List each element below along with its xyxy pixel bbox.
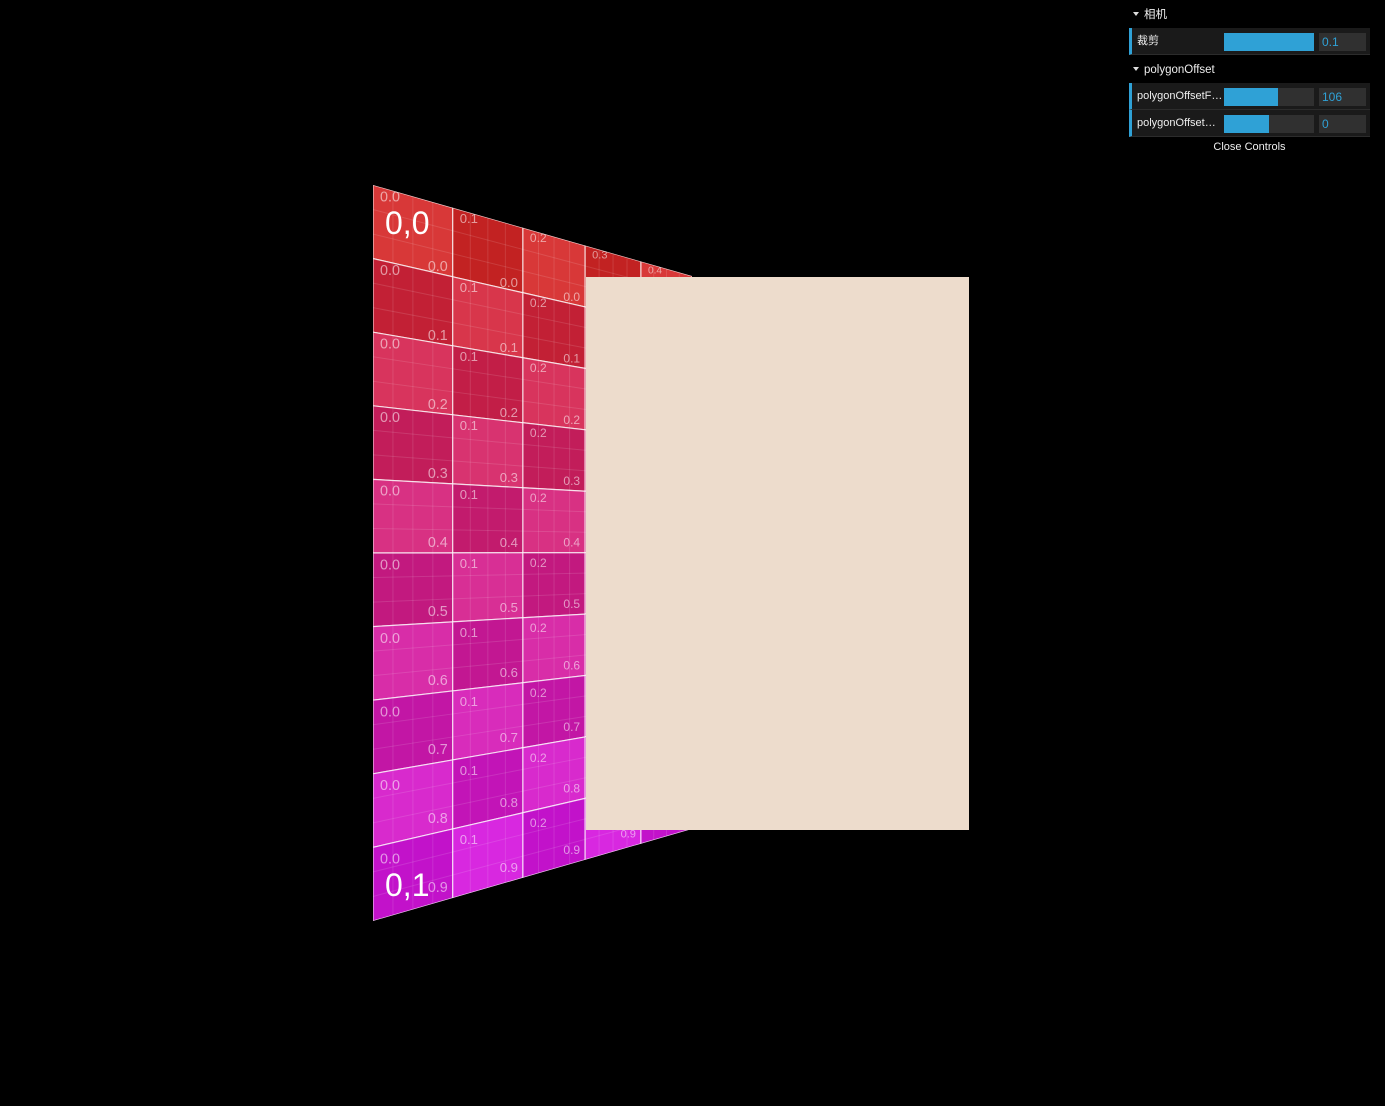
texture-row-label: 0.6 [428,673,448,689]
texture-col-label: 0.2 [530,751,547,765]
texture-corner-label-top: 0,0 [385,205,429,241]
texture-col-label: 0.1 [460,763,478,778]
texture-row-label: 0.9 [621,829,636,841]
texture-row-label: 0.7 [563,720,580,734]
texture-col-label: 0.2 [530,556,547,570]
number-input[interactable]: 106 [1319,88,1366,106]
webgl-canvas[interactable]: 0.00.00,00.10.00.20.00.30.00.40.00.00.10… [0,0,1385,1106]
texture-col-label: 0.1 [460,832,478,847]
slider[interactable] [1224,33,1314,51]
slider[interactable] [1224,88,1314,106]
texture-col-label: 0.0 [380,189,400,205]
texture-row-label: 0.2 [500,405,518,420]
control-polygon-offset-factor: polygonOffsetF… 106 [1129,83,1370,110]
texture-col-label: 0.2 [530,491,547,505]
slider-fill [1224,115,1269,133]
triangle-down-icon [1133,66,1139,71]
texture-col-label: 0.1 [460,487,478,502]
slider[interactable] [1224,115,1314,133]
texture-col-label: 0.1 [460,349,478,364]
texture-row-label: 0.1 [428,328,448,344]
texture-col-label: 0.0 [380,557,400,573]
folder-title-polygon-offset[interactable]: polygonOffset [1129,59,1370,83]
folder-title-camera[interactable]: 相机 [1129,4,1370,28]
texture-col-label: 0.1 [460,694,478,709]
texture-col-label: 0.1 [460,211,478,226]
control-polygon-offset-units: polygonOffsetU… 0 [1129,110,1370,137]
close-controls-button[interactable]: Close Controls [1129,137,1370,157]
texture-col-label: 0.2 [530,361,547,375]
texture-col-label: 0.3 [592,250,607,262]
texture-col-label: 0.2 [530,621,547,635]
texture-row-label: 0.3 [500,470,518,485]
texture-col-label: 0.1 [460,280,478,295]
slider-fill [1224,88,1278,106]
texture-col-label: 0.0 [380,410,400,426]
texture-row-label: 0.1 [563,351,580,365]
texture-corner-label-bottom: 0,1 [385,867,429,903]
texture-row-label: 0.8 [500,795,518,810]
texture-col-label: 0.0 [380,631,400,647]
control-label: 裁剪 [1137,35,1159,47]
texture-col-label: 0.1 [460,625,478,640]
number-input[interactable]: 0 [1319,115,1366,133]
control-label: polygonOffsetU… [1137,117,1223,129]
texture-row-label: 0.0 [563,290,580,304]
texture-col-label: 0.0 [380,705,400,721]
texture-col-label: 0.0 [380,852,400,868]
texture-row-label: 0.7 [500,730,518,745]
control-clip: 裁剪 0.1 [1129,28,1370,55]
texture-row-label: 0.5 [428,604,448,620]
texture-col-label: 0.1 [460,418,478,433]
texture-row-label: 0.2 [563,413,580,427]
texture-row-label: 0.3 [428,466,448,482]
texture-row-label: 0.5 [500,600,518,615]
texture-col-label: 0.0 [380,484,400,500]
texture-row-label: 0.2 [428,397,448,413]
slider-fill [1224,33,1314,51]
triangle-down-icon [1133,11,1139,16]
texture-row-label: 0.5 [563,597,580,611]
texture-col-label: 0.2 [530,296,547,310]
front-plane [586,277,969,830]
texture-row-label: 0.8 [563,781,580,795]
texture-row-label: 0.3 [563,474,580,488]
texture-col-label: 0.0 [380,778,400,794]
texture-col-label: 0.0 [380,337,400,353]
texture-col-label: 0.2 [530,816,547,830]
texture-row-label: 0.1 [500,340,518,355]
texture-col-label: 0.0 [380,263,400,279]
control-label: polygonOffsetF… [1137,90,1223,102]
texture-col-label: 0.2 [530,231,547,245]
texture-row-label: 0.9 [428,880,448,896]
number-input[interactable]: 0.1 [1319,33,1366,51]
texture-row-label: 0.9 [563,843,580,857]
texture-row-label: 0.9 [500,860,518,875]
folder-polygon-offset: polygonOffset polygonOffsetF… 106 polygo… [1129,59,1370,137]
controls-panel: 相机 裁剪 0.1 polygonOffset polygonOffsetF… … [1129,4,1370,157]
texture-col-label: 0.1 [460,556,478,571]
texture-row-label: 0.4 [500,535,518,550]
texture-col-label: 0.2 [530,426,547,440]
texture-row-label: 0.8 [428,811,448,827]
folder-camera: 相机 裁剪 0.1 [1129,4,1370,55]
texture-col-label: 0.4 [648,266,662,277]
texture-row-label: 0.4 [563,536,580,550]
texture-row-label: 0.4 [428,535,448,551]
texture-col-label: 0.2 [530,686,547,700]
texture-row-label: 0.6 [563,659,580,673]
texture-row-label: 0.7 [428,742,448,758]
texture-row-label: 0.6 [500,665,518,680]
